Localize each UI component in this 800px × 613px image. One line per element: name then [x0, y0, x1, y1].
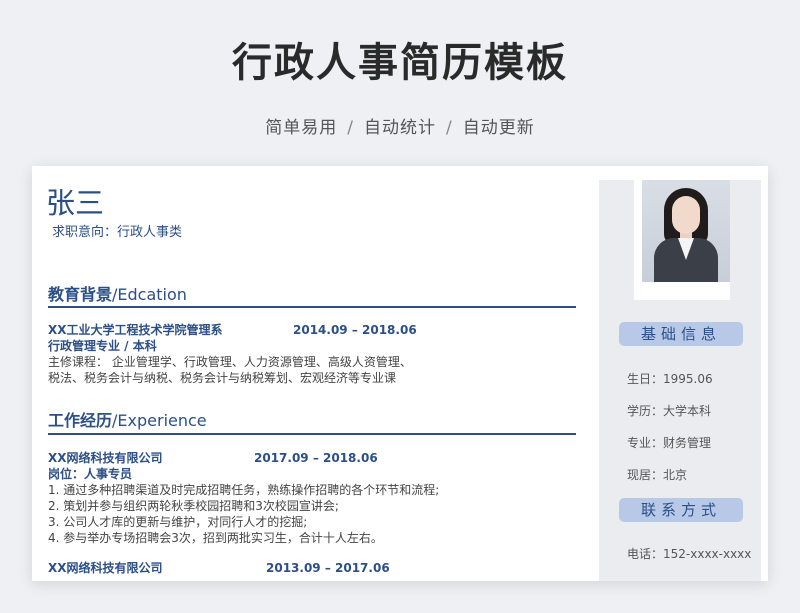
basic-info-heading: 基础信息 — [619, 322, 743, 346]
profile-photo — [642, 180, 730, 282]
subtitle-part-2: 自动统计 — [364, 118, 436, 138]
resume-name: 张三 — [46, 186, 105, 220]
experience-title-en: /Experience — [112, 411, 207, 430]
job-duty-3: 3. 公司人才库的更新与维护，对同行人才的挖掘; — [48, 515, 308, 529]
subtitle-part-1: 简单易用 — [265, 118, 338, 138]
info-education: 学历：大学本科 — [627, 404, 712, 418]
job-item: XX网络科技有限公司 2017.09 – 2018.06 岗位：人事专员 1. 通… — [48, 450, 588, 546]
subtitle-separator: / — [347, 118, 354, 138]
education-date: 2014.09 – 2018.06 — [293, 323, 417, 337]
courses-line-2: 税法、税务会计与纳税、税务会计与纳税筹划、宏观经济等专业课 — [48, 371, 397, 385]
job-company: XX网络科技有限公司 — [48, 561, 163, 575]
education-divider — [48, 306, 576, 308]
job-intention: 求职意向：行政人事类 — [52, 225, 183, 240]
job-duty-1: 1. 通过多种招聘渠道及时完成招聘任务，熟练操作招聘的各个环节和流程; — [48, 483, 440, 497]
resume-sheet: 张三 求职意向：行政人事类 教育背景/Edcation XX工业大学工程技术学院… — [32, 166, 768, 581]
subtitle-separator: / — [446, 118, 453, 138]
school-name: XX工业大学工程技术学院管理系 — [48, 323, 223, 337]
experience-title-cn: 工作经历 — [48, 411, 113, 430]
job-date: 2017.09 – 2018.06 — [254, 451, 378, 465]
education-section-title: 教育背景/Edcation — [48, 281, 187, 305]
info-residence: 现居：北京 — [627, 468, 688, 482]
resume-sidebar: 基础信息 生日：1995.06 学历：大学本科 专业：财务管理 现居：北京 联系… — [599, 180, 761, 581]
education-major: 行政管理专业 / 本科 — [48, 339, 157, 353]
education-title-cn: 教育背景 — [48, 285, 113, 304]
contact-heading: 联系方式 — [619, 498, 743, 522]
info-major: 专业：财务管理 — [627, 436, 712, 450]
courses-line-1: 主修课程： 企业管理学、行政管理、人力资源管理、高级人资管理、 — [48, 355, 412, 369]
page-subtitle: 简单易用 / 自动统计 / 自动更新 — [0, 113, 800, 138]
experience-divider — [48, 433, 576, 435]
job-duty-4: 4. 参与举办专场招聘会3次，招到两批实习生，合计十人左右。 — [48, 531, 383, 545]
info-phone: 电话：152-xxxx-xxxx — [627, 547, 752, 561]
job-item: XX网络科技有限公司 2013.09 – 2017.06 — [48, 560, 588, 576]
job-duty-2: 2. 策划并参与组织两轮秋季校园招聘和3次校园宣讲会; — [48, 499, 339, 513]
education-item: XX工业大学工程技术学院管理系 2014.09 – 2018.06 行政管理专业 … — [48, 322, 588, 386]
experience-section-title: 工作经历/Experience — [48, 407, 207, 431]
job-date: 2013.09 – 2017.06 — [266, 561, 390, 575]
job-company: XX网络科技有限公司 — [48, 451, 163, 465]
subtitle-part-3: 自动更新 — [462, 118, 535, 138]
page-title: 行政人事简历模板 — [232, 40, 568, 86]
info-birth: 生日：1995.06 — [627, 372, 713, 386]
education-title-en: /Edcation — [112, 285, 187, 304]
job-position: 岗位：人事专员 — [48, 467, 133, 481]
photo-frame — [634, 180, 730, 300]
